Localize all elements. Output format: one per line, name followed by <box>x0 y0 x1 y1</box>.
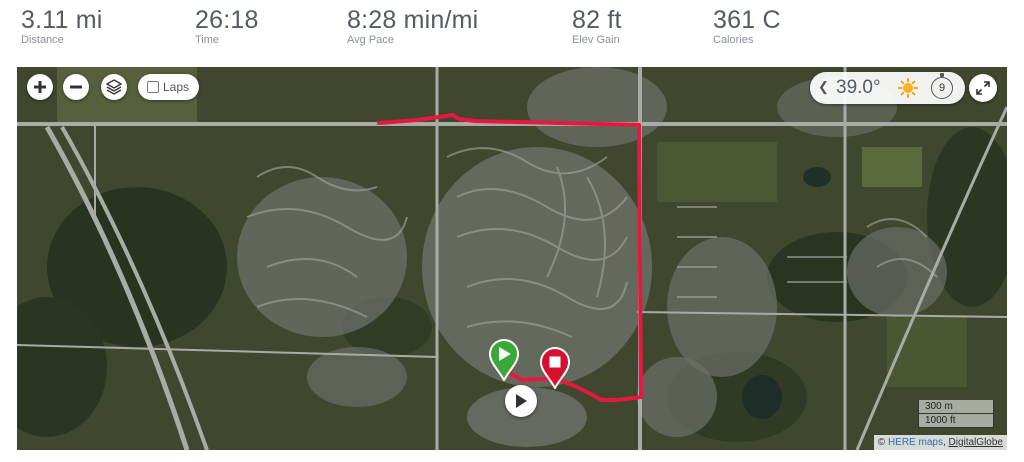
stat-time-label: Time <box>195 34 220 46</box>
sun-icon <box>898 78 918 98</box>
attribution-digitalglobe-link[interactable]: DigitalGlobe <box>949 437 1003 448</box>
start-marker-icon[interactable] <box>488 339 520 381</box>
stat-time: 26:18 Time <box>195 6 259 47</box>
route-map[interactable]: Laps ❮ 39.0° 9 300 m 1000 ft © HERE maps… <box>17 67 1007 450</box>
fullscreen-button[interactable] <box>969 74 997 102</box>
attribution-prefix: © <box>877 437 886 448</box>
finish-marker-icon[interactable] <box>539 347 571 389</box>
plus-icon <box>34 81 46 93</box>
stat-avg-pace: 8:28 min/mi Avg Pace <box>347 6 478 47</box>
map-scale: 300 m 1000 ft <box>918 400 994 428</box>
stat-elev-gain-label: Elev Gain <box>572 34 620 46</box>
laps-checkbox[interactable] <box>147 81 159 93</box>
scale-metric: 300 m <box>918 400 994 414</box>
stat-distance-value: 3.11 mi <box>21 6 103 34</box>
map-attribution: © HERE maps, DigitalGlobe <box>873 435 1007 450</box>
stat-avg-pace-value: 8:28 min/mi <box>347 6 479 34</box>
map-layers-button[interactable] <box>101 74 127 100</box>
play-icon <box>516 394 527 408</box>
stat-elev-gain-value: 82 ft <box>572 6 622 34</box>
minus-icon <box>70 85 82 89</box>
stat-time-value: 26:18 <box>195 6 259 34</box>
playback-button[interactable] <box>505 385 537 417</box>
stat-calories-label: Calories <box>713 34 754 46</box>
attribution-separator: , <box>942 437 946 448</box>
weather-widget: ❮ 39.0° 9 <box>810 72 965 104</box>
laps-toggle[interactable]: Laps <box>138 74 200 100</box>
stat-distance-label: Distance <box>21 34 64 46</box>
stat-distance: 3.11 mi Distance <box>21 6 103 47</box>
scale-imperial: 1000 ft <box>918 414 994 428</box>
stat-calories: 361 C Calories <box>713 6 781 47</box>
layers-icon <box>106 79 122 95</box>
chevron-left-icon[interactable]: ❮ <box>818 79 829 95</box>
laps-label: Laps <box>163 80 190 94</box>
zoom-in-button[interactable] <box>27 74 53 100</box>
attribution-here-link[interactable]: HERE maps <box>888 437 943 448</box>
stat-avg-pace-label: Avg Pace <box>347 34 394 46</box>
zoom-out-button[interactable] <box>63 74 89 100</box>
wind-speed-icon: 9 <box>931 73 953 99</box>
stat-calories-value: 361 C <box>713 6 781 34</box>
weather-temperature: 39.0° <box>836 77 881 98</box>
stat-elev-gain: 82 ft Elev Gain <box>572 6 622 47</box>
expand-icon <box>976 81 990 95</box>
